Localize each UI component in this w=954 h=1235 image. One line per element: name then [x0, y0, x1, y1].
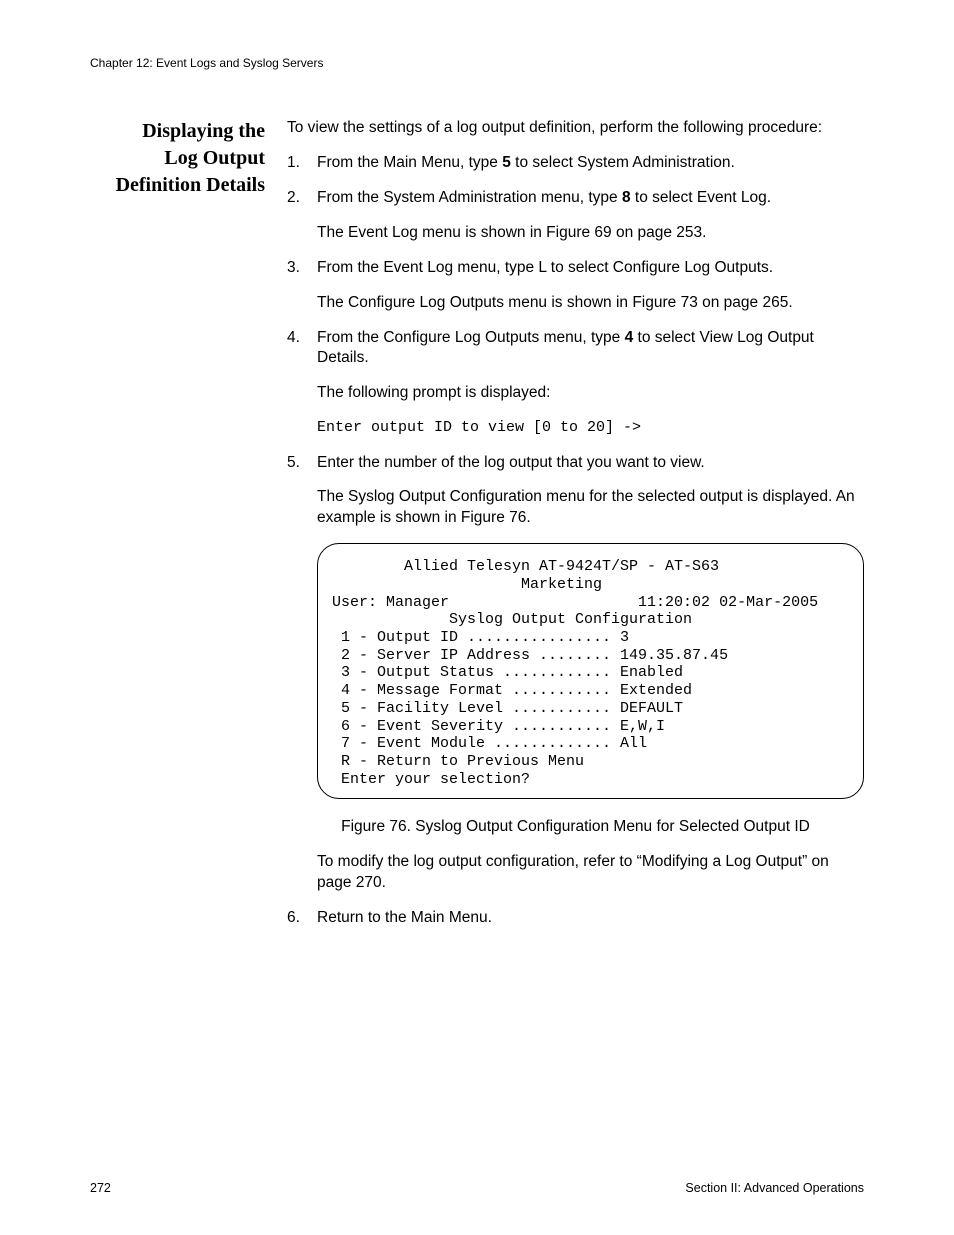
terminal-line: 2 - Server IP Address ........ 149.35.87…: [332, 647, 849, 665]
terminal-line: 5 - Facility Level ........... DEFAULT: [332, 700, 849, 718]
step: 1. From the Main Menu, type 5 to select …: [287, 153, 864, 174]
content-row: Displaying the Log Output Definition Det…: [90, 118, 864, 943]
step-number: 2.: [287, 188, 300, 209]
terminal-line: R - Return to Previous Menu: [332, 753, 849, 771]
step-number: 4.: [287, 328, 300, 349]
main-column: To view the settings of a log output def…: [287, 118, 864, 943]
step-paragraph: Return to the Main Menu.: [317, 908, 864, 929]
side-heading: Displaying the Log Output Definition Det…: [90, 118, 265, 943]
intro-paragraph: To view the settings of a log output def…: [287, 118, 864, 139]
code-prompt: Enter output ID to view [0 to 20] ->: [317, 418, 864, 438]
terminal-line: Allied Telesyn AT-9424T/SP - AT-S63: [332, 558, 849, 576]
step-body: Enter the number of the log output that …: [317, 453, 864, 530]
step-subparagraph: The Syslog Output Configuration menu for…: [317, 487, 864, 529]
step: 2. From the System Administration menu, …: [287, 188, 864, 244]
step-paragraph: Enter the number of the log output that …: [317, 453, 864, 474]
bold-key: 5: [502, 154, 511, 171]
step-number: 6.: [287, 908, 300, 929]
terminal-line: 7 - Event Module ............. All: [332, 735, 849, 753]
step-continuation: To modify the log output configuration, …: [287, 852, 864, 894]
bold-key: 8: [622, 189, 631, 206]
step-body: From the Configure Log Outputs menu, typ…: [317, 328, 864, 439]
section-label: Section II: Advanced Operations: [685, 1181, 864, 1195]
page-number: 272: [90, 1181, 111, 1195]
text-run: From the Main Menu, type: [317, 154, 502, 171]
step-number: 3.: [287, 258, 300, 279]
terminal-line: Syslog Output Configuration: [332, 611, 849, 629]
side-heading-line: Definition Details: [90, 172, 265, 199]
terminal-line: 3 - Output Status ............ Enabled: [332, 664, 849, 682]
bold-key: 4: [625, 329, 634, 346]
step-paragraph: From the Event Log menu, type L to selec…: [317, 258, 864, 279]
step-body: Return to the Main Menu.: [317, 908, 864, 929]
step: 6. Return to the Main Menu.: [287, 908, 864, 929]
step-subparagraph: The following prompt is displayed:: [317, 383, 864, 404]
text-run: From the Configure Log Outputs menu, typ…: [317, 329, 625, 346]
step: 5. Enter the number of the log output th…: [287, 453, 864, 530]
terminal-line: 1 - Output ID ................ 3: [332, 629, 849, 647]
text-run: to select System Administration.: [511, 154, 735, 171]
step-subparagraph: The Configure Log Outputs menu is shown …: [317, 293, 864, 314]
procedure-list-continued: To modify the log output configuration, …: [287, 852, 864, 929]
step: 3. From the Event Log menu, type L to se…: [287, 258, 864, 314]
text-run: From the System Administration menu, typ…: [317, 189, 622, 206]
step-subparagraph: To modify the log output configuration, …: [317, 852, 864, 894]
step-body: To modify the log output configuration, …: [317, 852, 864, 894]
terminal-line: User: Manager 11:20:02 02-Mar-2005: [332, 594, 849, 612]
step-body: From the Event Log menu, type L to selec…: [317, 258, 864, 314]
procedure-list: 1. From the Main Menu, type 5 to select …: [287, 153, 864, 529]
terminal-line: Marketing: [332, 576, 849, 594]
chapter-header: Chapter 12: Event Logs and Syslog Server…: [90, 56, 864, 70]
step-number: 1.: [287, 153, 300, 174]
document-page: Chapter 12: Event Logs and Syslog Server…: [0, 0, 954, 1235]
step-subparagraph: The Event Log menu is shown in Figure 69…: [317, 223, 864, 244]
page-footer: 272 Section II: Advanced Operations: [90, 1181, 864, 1195]
terminal-line: Enter your selection?: [332, 771, 849, 789]
figure-caption: Figure 76. Syslog Output Configuration M…: [287, 817, 864, 838]
step: 4. From the Configure Log Outputs menu, …: [287, 328, 864, 439]
terminal-screenshot: Allied Telesyn AT-9424T/SP - AT-S63 Mark…: [317, 543, 864, 799]
text-run: to select Event Log.: [631, 189, 771, 206]
step-body: From the System Administration menu, typ…: [317, 188, 864, 244]
terminal-line: 6 - Event Severity ........... E,W,I: [332, 718, 849, 736]
step-number: 5.: [287, 453, 300, 474]
terminal-line: 4 - Message Format ........... Extended: [332, 682, 849, 700]
step-body: From the Main Menu, type 5 to select Sys…: [317, 153, 864, 174]
side-heading-line: Log Output: [90, 145, 265, 172]
side-heading-line: Displaying the: [90, 118, 265, 145]
